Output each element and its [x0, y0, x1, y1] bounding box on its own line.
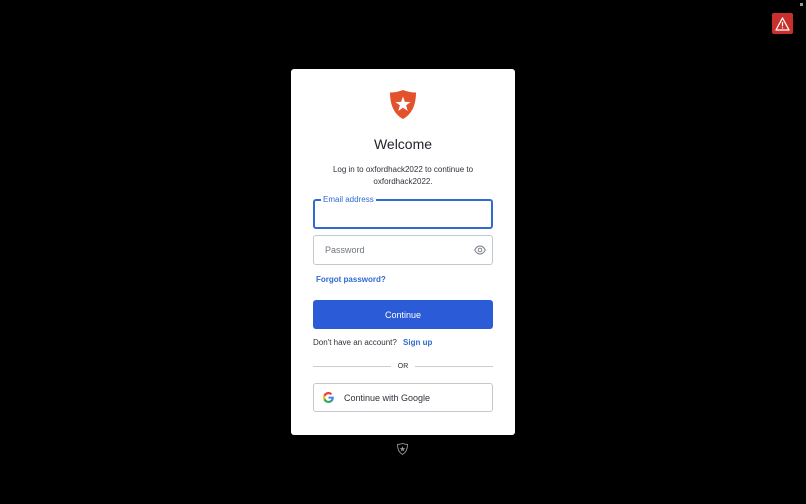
- alert-button[interactable]: [772, 13, 793, 34]
- password-input[interactable]: [314, 236, 464, 264]
- eye-icon[interactable]: [474, 245, 486, 255]
- login-subtitle: Log in to oxfordhack2022 to continue to …: [332, 165, 474, 186]
- auth0-badge-icon: [397, 443, 408, 455]
- divider-line-right: [415, 365, 493, 367]
- continue-button[interactable]: Continue: [313, 300, 493, 329]
- auth0-logo-icon: [390, 90, 416, 119]
- google-g-icon: [323, 392, 334, 403]
- google-button-label: Continue with Google: [344, 392, 431, 403]
- signup-link[interactable]: Sign up: [403, 338, 432, 347]
- continue-with-google-button[interactable]: Continue with Google: [313, 383, 493, 412]
- email-label: Email address: [321, 194, 376, 205]
- page-title: Welcome: [373, 136, 433, 152]
- or-divider: OR: [313, 360, 493, 372]
- divider-line-left: [313, 365, 391, 367]
- password-field[interactable]: [313, 235, 493, 265]
- warning-triangle-icon: [775, 16, 790, 31]
- login-card: Welcome Log in to oxfordhack2022 to cont…: [291, 69, 515, 435]
- corner-indicator: [800, 3, 803, 6]
- signup-row: Don't have an account? Sign up: [313, 338, 432, 347]
- divider-text: OR: [397, 362, 409, 370]
- email-field[interactable]: Email address: [313, 194, 493, 229]
- signup-prompt: Don't have an account?: [313, 338, 397, 347]
- forgot-password-link[interactable]: Forgot password?: [316, 275, 386, 284]
